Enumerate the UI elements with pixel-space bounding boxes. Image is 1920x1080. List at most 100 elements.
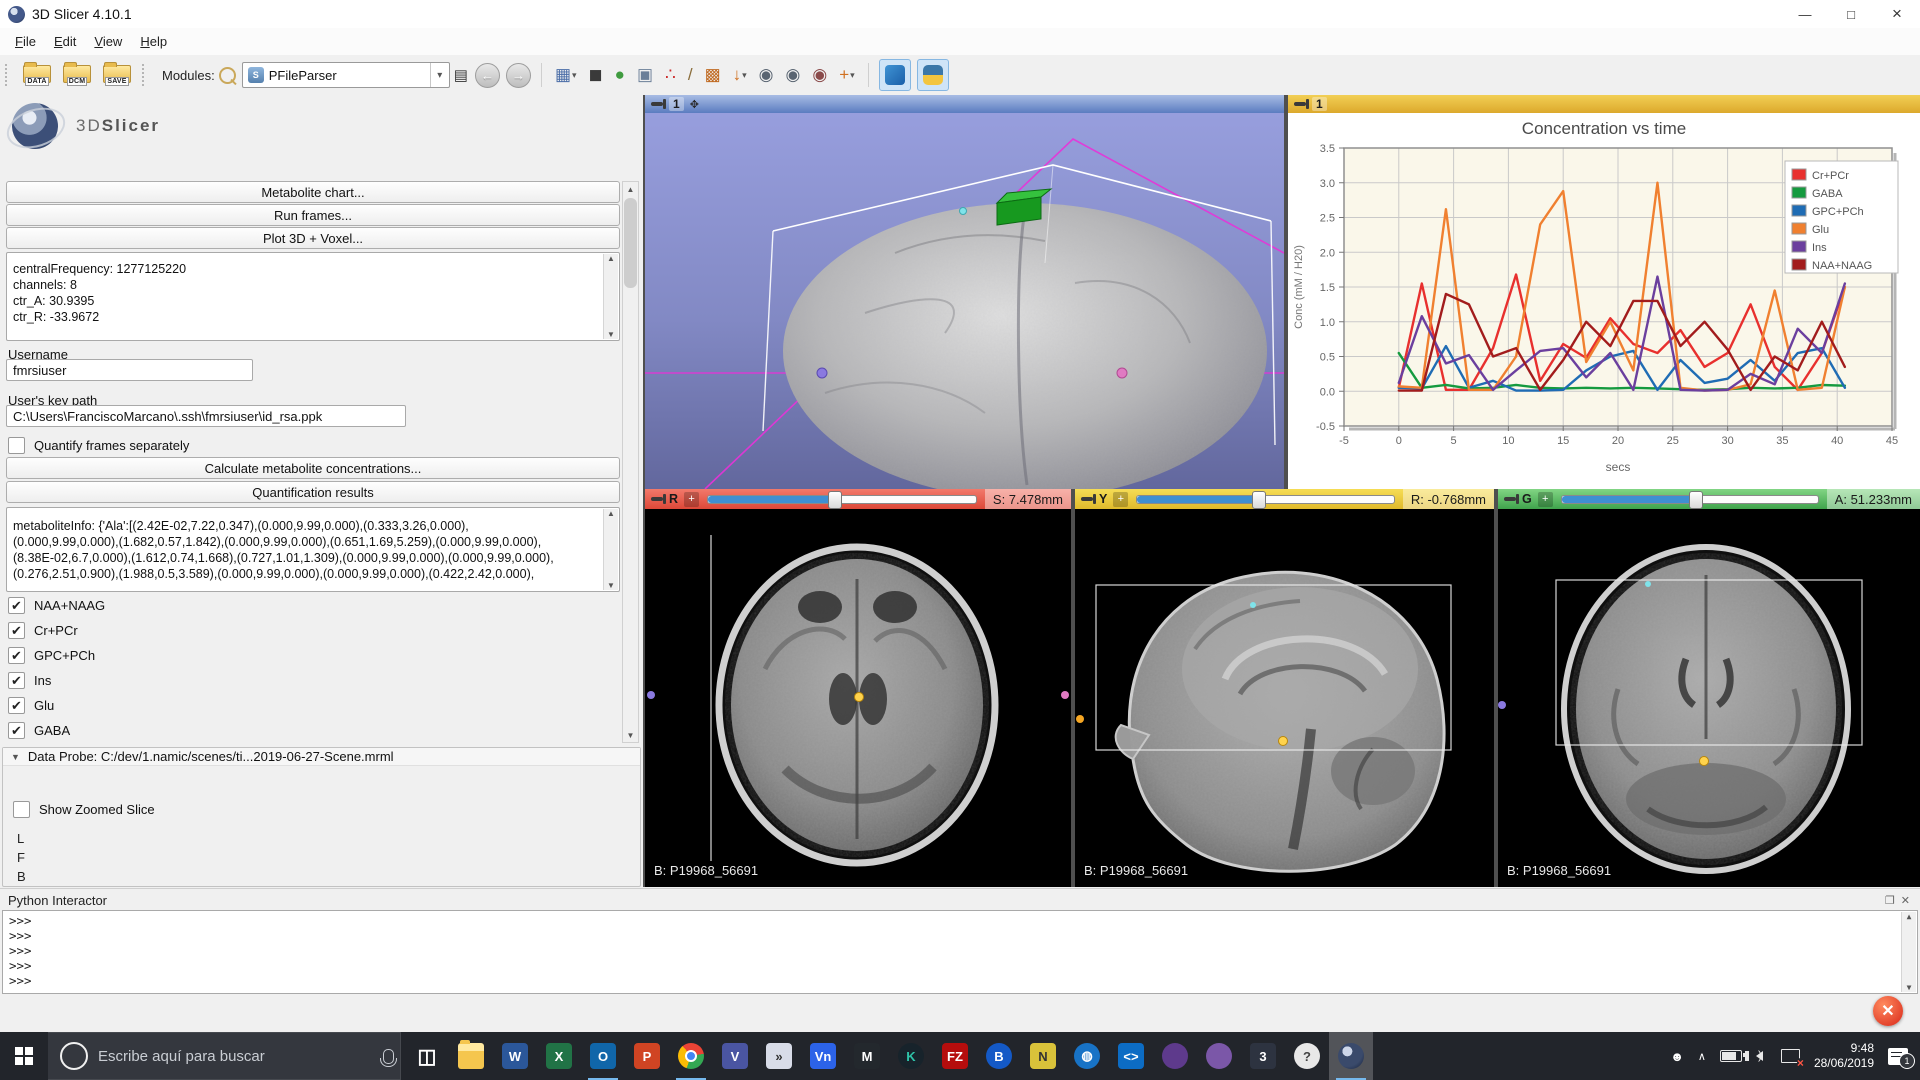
checkbox-checked[interactable]: ✔ (8, 722, 25, 739)
toolbar-drag-handle[interactable] (5, 64, 12, 86)
transform-slash-icon[interactable]: / (688, 66, 693, 84)
crosshair-icon[interactable]: +▾ (839, 66, 854, 84)
taskbar-app-purple-1[interactable] (1153, 1032, 1197, 1080)
markups-dots-icon[interactable]: ∴ (665, 66, 676, 84)
metabolite-checkbox-naa-naag[interactable]: ✔NAA+NAAG (8, 597, 105, 614)
taskbar-search[interactable]: Escribe aquí para buscar (48, 1032, 401, 1080)
taskbar-slicer[interactable] (1329, 1032, 1373, 1080)
console-scrollbar[interactable]: ▲▼ (1901, 912, 1916, 992)
metabolite-chart-button[interactable]: Metabolite chart... (6, 181, 620, 203)
scene-views-icon[interactable]: ◉ (786, 66, 801, 84)
taskbar-chrome[interactable] (669, 1032, 713, 1080)
taskbar-editor[interactable]: N (1021, 1032, 1065, 1080)
quantification-results-button[interactable]: Quantification results (6, 481, 620, 503)
taskbar-bitvise[interactable]: B (977, 1032, 1021, 1080)
checkbox-checked[interactable]: ✔ (8, 622, 25, 639)
combo-dropdown-arrow[interactable]: ▾ (430, 63, 449, 87)
quantify-frames-checkbox[interactable]: Quantify frames separately (8, 437, 189, 454)
volume-sphere-icon[interactable]: ● (615, 66, 625, 84)
toolbar-drag-handle[interactable] (142, 64, 149, 86)
menu-file[interactable]: File (6, 30, 45, 53)
extensions-grid-icon[interactable]: ▩ (705, 66, 721, 84)
header-info-box[interactable]: centralFrequency: 1277125220channels: 8c… (6, 252, 620, 341)
battery-icon[interactable] (1720, 1050, 1742, 1062)
coronal-mri-image[interactable]: B: P19968_56691 (1498, 509, 1920, 887)
cyan-fiducial-marker[interactable] (960, 208, 967, 215)
taskbar-task-view[interactable]: ◫ (405, 1032, 449, 1080)
cyan-fiducial[interactable] (1645, 581, 1651, 587)
taskbar-vscode[interactable]: <> (1109, 1032, 1153, 1080)
python-console[interactable]: >>>>>>>>>>>>>>> ▲▼ (2, 910, 1918, 994)
crosshair-icon[interactable]: + (1113, 492, 1128, 507)
taskbar-help[interactable]: ? (1285, 1032, 1329, 1080)
taskbar-outlook[interactable]: O (581, 1032, 625, 1080)
cyan-fiducial[interactable] (1250, 602, 1256, 608)
purple-axis-marker[interactable] (817, 368, 827, 378)
taskbar-file-explorer[interactable] (449, 1032, 493, 1080)
metabolite-checkbox-cr-pcr[interactable]: ✔Cr+PCr (8, 622, 78, 639)
panel-scrollbar[interactable]: ▲ ▼ (622, 181, 639, 743)
taskbar-winscp[interactable]: » (757, 1032, 801, 1080)
username-field[interactable]: fmrsiuser (6, 359, 253, 381)
axial-mri-image[interactable]: B: P19968_56691 (645, 509, 1071, 887)
back-icon[interactable]: ← (475, 63, 500, 88)
yellow-fiducial[interactable] (855, 693, 864, 702)
crosshair-icon[interactable]: + (684, 492, 699, 507)
pin-icon[interactable] (651, 497, 663, 501)
yellow-fiducial[interactable] (1700, 757, 1709, 766)
screenshot-icon[interactable]: ◉ (759, 66, 774, 84)
slice-offset-slider[interactable] (707, 495, 977, 504)
download-arrow-icon[interactable]: ↓▾ (733, 66, 747, 84)
forward-icon[interactable]: → (506, 63, 531, 88)
checkbox-checked[interactable]: ✔ (8, 672, 25, 689)
concentration-chart[interactable]: -50510152025303540453.53.02.52.01.51.00.… (1288, 139, 1920, 489)
taskbar-app-purple-2[interactable] (1197, 1032, 1241, 1080)
module-history-icon[interactable]: ▤ (454, 66, 468, 84)
checkbox-unchecked[interactable] (13, 801, 30, 818)
crosshair-icon[interactable]: + (1538, 492, 1553, 507)
minimize-button[interactable]: — (1782, 0, 1828, 28)
keypath-field[interactable]: C:\Users\FranciscoMarcano\.ssh\fmrsiuser… (6, 405, 406, 427)
notification-center-icon[interactable]: 1 (1888, 1048, 1908, 1065)
python-interactor-button[interactable] (917, 59, 949, 91)
chart-view[interactable]: 1 Concentration vs time -505101520253035… (1288, 95, 1920, 489)
taskbar-vnc-viewer[interactable]: Vn (801, 1032, 845, 1080)
pink-axis-marker[interactable] (1117, 368, 1127, 378)
checkbox-checked[interactable]: ✔ (8, 647, 25, 664)
notification-close-icon[interactable]: ✕ (1873, 996, 1903, 1026)
yellow-slice-view[interactable]: Y + R: -0.768mm (1075, 489, 1494, 887)
pin-icon[interactable] (1294, 102, 1306, 106)
close-button[interactable]: × (1874, 0, 1920, 28)
taskbar-excel[interactable]: X (537, 1032, 581, 1080)
orange-edge-marker[interactable] (1076, 715, 1084, 723)
layout-selector-icon[interactable]: ▦▾ (555, 66, 577, 84)
float-dock-icon[interactable]: ❐ (1885, 894, 1895, 907)
taskbar-globe[interactable]: ◍ (1065, 1032, 1109, 1080)
python-interactor-header[interactable]: Python Interactor ❐ ✕ (0, 888, 1920, 911)
scene-cube-icon[interactable]: ◼ (589, 66, 603, 84)
move-icon[interactable]: ✥ (690, 98, 699, 111)
taskbar-clock[interactable]: 9:48 28/06/2019 (1814, 1041, 1874, 1071)
show-zoomed-slice-checkbox[interactable]: Show Zoomed Slice (13, 801, 650, 818)
pink-edge-marker[interactable] (1061, 691, 1069, 699)
checkbox-unchecked[interactable] (8, 437, 25, 454)
pin-icon[interactable] (1504, 497, 1516, 501)
capture-icon[interactable]: ◉ (812, 66, 827, 84)
toolbar-load-dicom-button[interactable]: DCM (63, 65, 91, 86)
taskbar-mplab[interactable]: M (845, 1032, 889, 1080)
taskbar-word[interactable]: W (493, 1032, 537, 1080)
pin-icon[interactable] (1081, 497, 1093, 501)
menu-edit[interactable]: Edit (45, 30, 85, 53)
taskbar-app-dark[interactable]: 3 (1241, 1032, 1285, 1080)
metabolite-info-box[interactable]: metaboliteInfo: {'Ala':[(2.42E-02,7.22,0… (6, 507, 620, 592)
maximize-button[interactable]: □ (1828, 0, 1874, 28)
taskbar-visio[interactable]: V (713, 1032, 757, 1080)
purple-edge-marker[interactable] (647, 691, 655, 699)
yellow-fiducial[interactable] (1279, 737, 1288, 746)
toolbar-save-button[interactable]: SAVE (103, 65, 131, 86)
slider-thumb[interactable] (1689, 491, 1703, 509)
close-dock-icon[interactable]: ✕ (1901, 894, 1910, 907)
metabolite-box-scrollbar[interactable]: ▲▼ (603, 509, 618, 590)
checkbox-checked[interactable]: ✔ (8, 597, 25, 614)
info-box-scrollbar[interactable]: ▲▼ (603, 254, 618, 339)
